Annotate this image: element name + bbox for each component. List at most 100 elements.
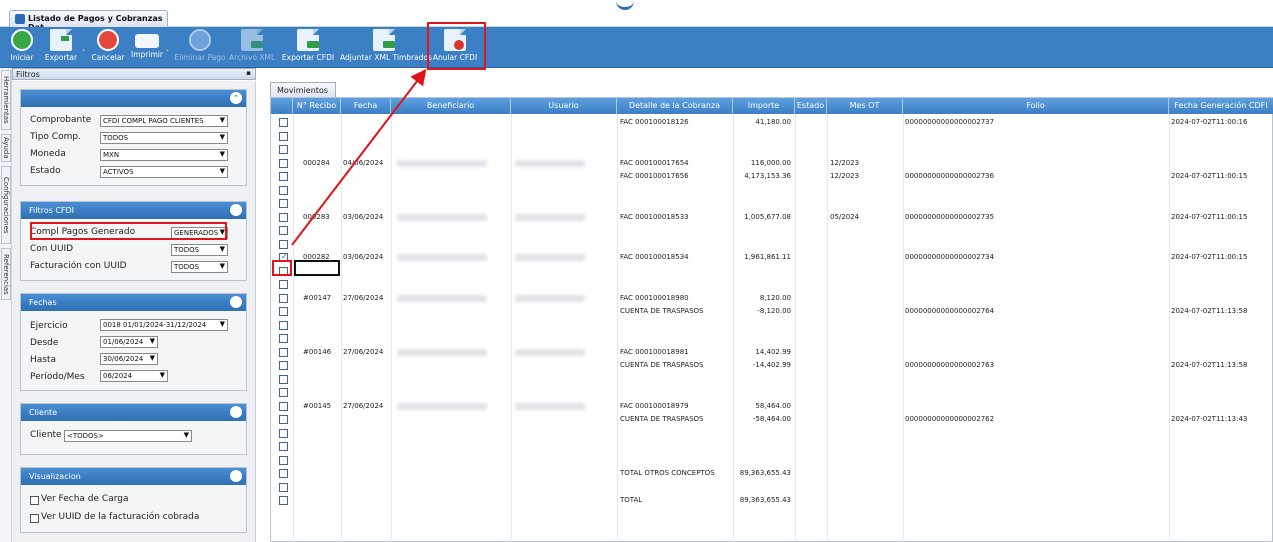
row-select-checkbox[interactable] [279, 482, 288, 492]
column-fecha[interactable]: Fecha [341, 98, 391, 114]
row-select-checkbox[interactable] [279, 334, 288, 343]
row-select-checkbox[interactable] [279, 145, 288, 154]
importe-cell: 116,000.00 [750, 158, 791, 167]
chevron-down-icon: ▼ [219, 133, 225, 141]
document-tab[interactable]: Listado de Pagos y Cobranzas Det... [9, 10, 168, 32]
row-select-checkbox[interactable] [279, 374, 288, 384]
cliente-label: Cliente [30, 430, 62, 440]
row-select-checkbox[interactable] [279, 239, 288, 249]
export-icon [50, 29, 72, 51]
row-select-checkbox[interactable] [279, 158, 288, 168]
dropdown-dot[interactable]: . [82, 43, 85, 54]
cancelar-button[interactable]: Cancelar [90, 29, 126, 67]
collapse-icon[interactable]: ⌃ [230, 92, 242, 104]
row-select-checkbox[interactable] [279, 388, 288, 397]
cfdi-filters-header[interactable]: Filtros CFDI [21, 202, 246, 219]
con-uuid-label: Con UUID [30, 244, 74, 254]
general-filters-header[interactable]: ⌃ [21, 90, 246, 107]
archivo-xml-label: Archivo XML [229, 53, 276, 62]
column-divider [341, 114, 342, 542]
row-select-checkbox[interactable] [279, 455, 288, 465]
column-beneficiario[interactable]: Beneficiario [391, 98, 511, 114]
chevron-down-icon: ▼ [159, 371, 165, 379]
periodo-select[interactable]: 06/2024 ▼ [100, 370, 168, 382]
column-folio[interactable]: Folio [903, 98, 1169, 114]
cliente-select[interactable]: <TODOS> ▼ [64, 430, 192, 442]
dropdown-dot[interactable]: . [166, 43, 169, 54]
visualizacion-header[interactable]: Visualizacion [21, 468, 246, 485]
collapse-icon[interactable] [230, 296, 242, 308]
hasta-label: Hasta [30, 355, 57, 365]
recibo-cell: #00145 [303, 401, 332, 410]
row-select-checkbox[interactable] [279, 199, 288, 208]
column-fecha-generacion[interactable]: Fecha Generación CDFI [1169, 98, 1273, 114]
chevron-down-icon: ▼ [219, 150, 225, 158]
chevron-down-icon: ▼ [219, 262, 225, 270]
row-select-checkbox[interactable] [279, 118, 288, 127]
side-tab-herramientas[interactable]: Herramientas [1, 70, 11, 130]
row-select-checkbox[interactable] [279, 320, 288, 330]
row-select-checkbox[interactable] [279, 415, 288, 424]
detalle-cell: FAC 000100018980 [620, 293, 689, 302]
tipo-comp-select[interactable]: TODOS ▼ [100, 132, 228, 144]
ver-uuid-checkbox[interactable] [30, 514, 39, 523]
facturacion-uuid-select[interactable]: TODOS ▼ [171, 261, 228, 273]
column-divider [903, 114, 904, 542]
iniciar-button[interactable]: Iniciar [8, 29, 36, 67]
exportar-cfdi-button[interactable]: Exportar CFDI [280, 29, 336, 67]
row-select-checkbox[interactable] [279, 185, 288, 195]
desde-value: 01/06/2024 [103, 338, 144, 346]
collapse-icon[interactable] [230, 204, 242, 216]
cliente-header[interactable]: Cliente [21, 404, 246, 421]
moneda-select[interactable]: MXN ▼ [100, 149, 228, 161]
column-importe[interactable]: Importe [733, 98, 795, 114]
column-recibo[interactable]: N° Recibo [293, 98, 341, 114]
cancel-icon [97, 29, 119, 51]
row-select-checkbox[interactable] [279, 428, 288, 438]
archivo-xml-button[interactable]: Archivo XML [229, 29, 275, 67]
row-select-checkbox[interactable] [279, 401, 288, 411]
column-estado[interactable]: Estado [795, 98, 827, 114]
row-select-checkbox[interactable] [279, 442, 288, 451]
fechas-header[interactable]: Fechas [21, 294, 246, 311]
exportar-button[interactable]: Exportar [42, 29, 80, 67]
pin-icon[interactable]: ▪ [246, 69, 251, 77]
ejercicio-select[interactable]: 0018 01/01/2024-31/12/2024 ▼ [100, 319, 228, 331]
ver-fecha-carga-checkbox[interactable] [30, 496, 39, 505]
hasta-date[interactable]: 30/06/2024 ▼ [100, 353, 158, 365]
row-select-checkbox[interactable] [279, 172, 288, 181]
detalle-cell: TOTAL [620, 496, 643, 504]
collapse-icon[interactable] [230, 406, 242, 418]
desde-date[interactable]: 01/06/2024 ▼ [100, 336, 158, 348]
comprobante-select[interactable]: CFDI COMPL PAGO CLIENTES ▼ [100, 115, 228, 127]
cancelar-label: Cancelar [91, 53, 125, 62]
row-select-checkbox[interactable] [279, 226, 288, 235]
imprimir-button[interactable]: Imprimir [130, 29, 164, 67]
column-mes-ot[interactable]: Mes OT [827, 98, 903, 114]
con-uuid-select[interactable]: TODOS ▼ [171, 244, 228, 256]
folio-cell: 00000000000000002735 [905, 212, 995, 221]
column-detalle[interactable]: Detalle de la Cobranza [617, 98, 733, 114]
row-select-checkbox[interactable] [279, 307, 288, 316]
row-select-checkbox[interactable] [279, 361, 288, 370]
eliminar-pago-button[interactable]: Eliminar Pago [174, 29, 226, 67]
row-select-checkbox[interactable] [279, 469, 288, 478]
ver-uuid-label: Ver UUID de la facturación cobrada [41, 512, 200, 522]
row-select-checkbox[interactable] [279, 293, 288, 303]
estado-select[interactable]: ACTIVOS ▼ [100, 166, 228, 178]
row-select-checkbox[interactable] [279, 280, 288, 289]
row-select-checkbox[interactable] [279, 131, 288, 141]
row-select-checkbox[interactable] [279, 347, 288, 357]
collapse-icon[interactable] [230, 470, 242, 482]
column-usuario[interactable]: Usuario [511, 98, 617, 114]
fecha-generacion-cell: 2024-07-02T11:00:15 [1171, 212, 1248, 221]
row-select-checkbox[interactable] [279, 212, 288, 222]
adjuntar-xml-button[interactable]: Adjuntar XML Timbrados [340, 29, 432, 67]
row-select-checkbox[interactable] [279, 496, 288, 505]
side-tab-referencias[interactable]: Referencias [1, 248, 11, 300]
tab-movimientos[interactable]: Movimientos [270, 82, 336, 97]
detalle-cell: FAC 000100018979 [620, 401, 689, 410]
side-tab-configuraciones[interactable]: Configuraciones [1, 166, 11, 244]
column-divider [1169, 114, 1170, 542]
side-tab-ayuda[interactable]: Ayuda [1, 134, 11, 162]
